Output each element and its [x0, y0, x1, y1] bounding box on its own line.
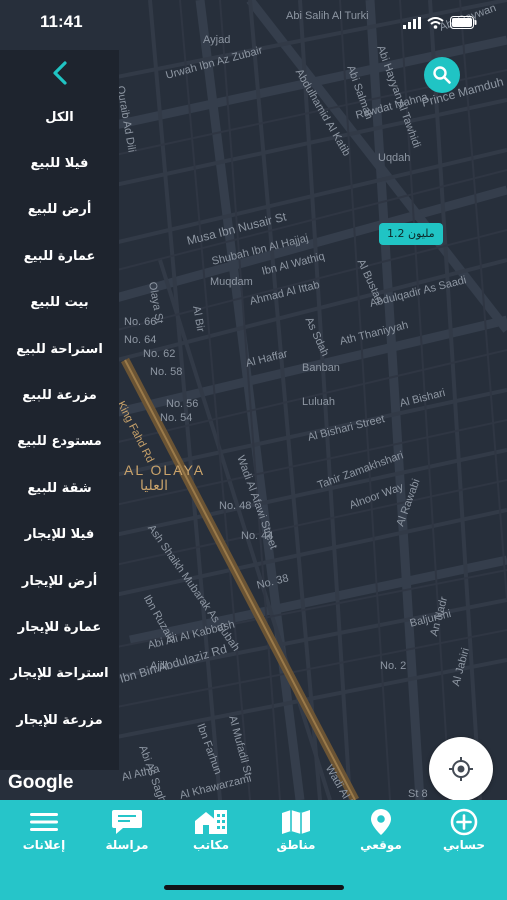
street-label: No. 54	[160, 412, 193, 424]
category-item-house-sale[interactable]: بيت للبيع	[0, 280, 119, 326]
home-indicator[interactable]	[164, 885, 344, 890]
street-label: Luluah	[302, 396, 336, 408]
wifi-icon	[427, 16, 444, 29]
street-label: Uqdah	[378, 152, 411, 164]
district-label-en: AL OLAYA	[124, 462, 206, 478]
back-button[interactable]	[48, 60, 72, 86]
google-logo: Google	[8, 772, 74, 793]
tab-label: مناطق	[276, 838, 316, 852]
category-item-warehouse-sale[interactable]: مستودع للبيع	[0, 419, 119, 465]
category-item-farm-sale[interactable]: مزرعة للبيع	[0, 372, 119, 418]
search-button[interactable]	[424, 57, 460, 93]
status-time: 11:41	[40, 12, 83, 31]
tab-messages[interactable]: مراسلة	[91, 808, 163, 858]
chat-icon	[112, 810, 142, 834]
battery-icon	[450, 16, 477, 29]
category-item-farm-rent[interactable]: مزرعة للإيجار	[0, 697, 119, 743]
tab-label: حسابي	[442, 838, 485, 852]
tab-offices[interactable]: مكاتب	[175, 808, 247, 858]
tab-label: إعلانات	[22, 838, 66, 852]
street-label: No. 62	[143, 348, 176, 360]
category-list: الكل فيلا للبيع أرض للبيع عمارة للبيع بي…	[0, 94, 119, 743]
tab-account[interactable]: حسابي	[428, 808, 500, 858]
price-marker[interactable]: 1.2 مليون	[379, 223, 443, 245]
street-label: No. 48	[219, 500, 252, 512]
tab-my-location[interactable]: موقعي	[345, 808, 417, 858]
street-label: No. 58	[150, 366, 183, 378]
street-label: Banban	[302, 362, 340, 374]
tab-label: مكاتب	[192, 838, 230, 852]
category-item-land-sale[interactable]: أرض للبيع	[0, 187, 119, 233]
menu-icon	[30, 813, 58, 831]
category-item-building-rent[interactable]: عمارة للإيجار	[0, 604, 119, 650]
category-item-all[interactable]: الكل	[0, 94, 119, 140]
category-side-menu: الكل فيلا للبيع أرض للبيع عمارة للبيع بي…	[0, 50, 119, 770]
map-icon	[282, 810, 310, 834]
category-item-apartment-sale[interactable]: شقة للبيع	[0, 465, 119, 511]
add-circle-icon	[450, 808, 478, 836]
street-label: No. 2	[380, 660, 407, 672]
street-label: St 8	[408, 788, 428, 800]
crosshair-icon	[449, 757, 473, 781]
street-label: No. 64	[124, 334, 157, 346]
category-item-villa-rent[interactable]: فيلا للإيجار	[0, 512, 119, 558]
category-item-resthouse-rent[interactable]: استراحة للإيجار	[0, 651, 119, 697]
category-item-building-sale[interactable]: عمارة للبيع	[0, 233, 119, 279]
category-item-villa-sale[interactable]: فيلا للبيع	[0, 140, 119, 186]
chevron-left-icon	[53, 61, 67, 85]
tab-label: موقعي	[360, 838, 402, 852]
category-item-land-rent[interactable]: أرض للإيجار	[0, 558, 119, 604]
offices-icon	[195, 810, 227, 834]
status-bar: 11:41	[0, 0, 507, 46]
tab-ads[interactable]: إعلانات	[8, 808, 80, 858]
category-item-resthouse-sale[interactable]: استراحة للبيع	[0, 326, 119, 372]
status-icons	[403, 16, 477, 29]
location-pin-icon	[371, 809, 391, 835]
street-label: No. 56	[166, 398, 199, 410]
search-icon	[433, 66, 451, 84]
street-label: Ajili	[150, 660, 168, 672]
tab-regions[interactable]: مناطق	[260, 808, 332, 858]
street-label: Muqdam	[210, 276, 253, 288]
signal-icon	[403, 16, 421, 29]
district-label-ar: العليا	[140, 478, 169, 494]
street-label: No. 66	[124, 316, 157, 328]
my-location-button[interactable]	[429, 737, 493, 800]
tab-label: مراسلة	[105, 838, 149, 852]
